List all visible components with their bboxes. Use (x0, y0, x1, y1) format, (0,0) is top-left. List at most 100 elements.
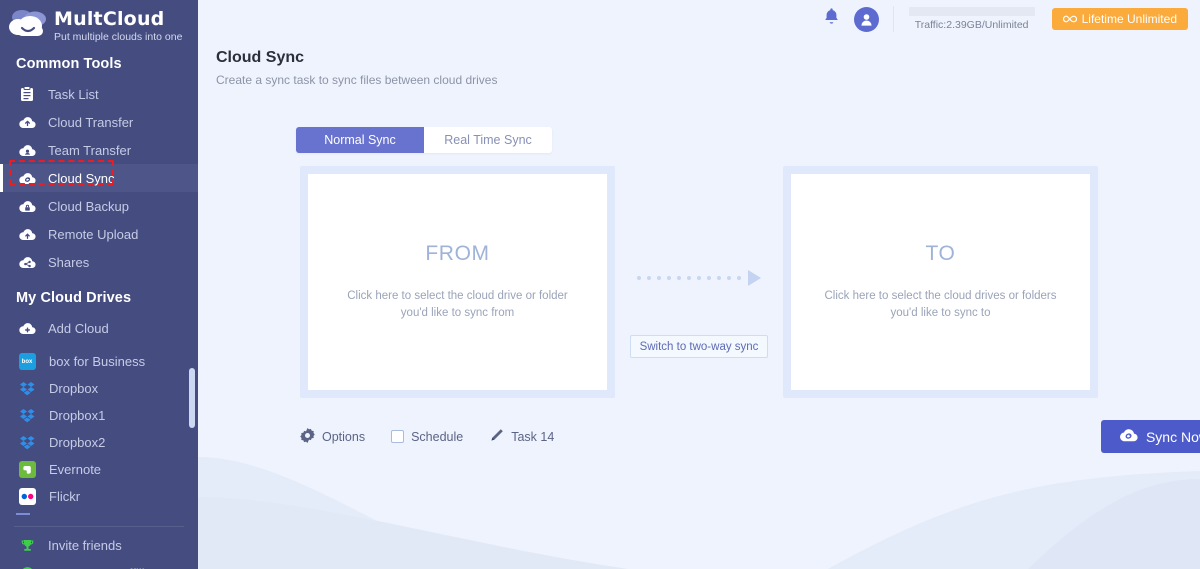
sync-now-label: Sync Now (1145, 428, 1200, 445)
sidebar-item-label: Cloud Sync (48, 170, 115, 186)
sidebar: MultCloud Put multiple clouds into one C… (0, 0, 198, 569)
sidebar-item-label: Remote Upload (48, 226, 139, 242)
gear-icon (300, 427, 315, 446)
account-info: Traffic:2.39GB/Unlimited (906, 7, 1038, 31)
add-cloud-icon (16, 318, 38, 338)
section-title-my-cloud-drives: My Cloud Drives (16, 290, 132, 306)
sidebar-item-team-transfer[interactable]: Team Transfer (0, 136, 198, 164)
tab-normal-sync[interactable]: Normal Sync (296, 127, 424, 153)
dropbox-icon (16, 433, 38, 453)
sync-direction-controls: Switch to two-way sync (615, 166, 783, 398)
sidebar-drive-evernote[interactable]: Evernote (0, 456, 198, 483)
options-label: Options (322, 429, 366, 444)
share-icon (16, 252, 38, 272)
dropbox-icon (16, 406, 38, 426)
sidebar-drive-dropbox2[interactable]: Dropbox2 (0, 429, 198, 456)
infinity-icon (1062, 12, 1077, 26)
sidebar-item-label: Shares (48, 254, 90, 270)
sync-bottom-toolbar: Options Schedule Task 14 Sync Now (300, 420, 1200, 453)
traffic-usage-label: Traffic:2.39GB/Unlimited (914, 19, 1029, 31)
remote-upload-icon (16, 224, 38, 244)
page-header: Cloud Sync Create a sync task to sync fi… (198, 38, 1200, 87)
sidebar-item-cloud-backup[interactable]: Cloud Backup (0, 192, 198, 220)
sidebar-drive-box-for-business[interactable]: box box for Business (0, 348, 198, 375)
main-content: Traffic:2.39GB/Unlimited Lifetime Unlimi… (198, 0, 1200, 569)
sidebar-item-label: Cloud Backup (48, 198, 129, 214)
team-transfer-icon (16, 140, 38, 160)
task-name-editor[interactable]: Task 14 (489, 428, 554, 446)
options-button[interactable]: Options (300, 427, 366, 446)
sidebar-drive-flickr[interactable]: Flickr (0, 483, 198, 510)
box-icon: box (16, 352, 38, 372)
notification-bell-icon[interactable] (823, 7, 840, 31)
sidebar-item-cloud-sync[interactable]: Cloud Sync (0, 164, 198, 192)
task-name-label: Task 14 (511, 429, 555, 444)
sidebar-item-label: Team Transfer (48, 142, 132, 158)
multi-cloud-logo-icon (6, 8, 52, 44)
sync-selection-area: FROM Click here to select the cloud driv… (300, 166, 1200, 398)
sidebar-drive-label: box for Business (49, 354, 146, 369)
sidebar-item-task-list[interactable]: Task List (0, 80, 198, 108)
sidebar-drive-label: Dropbox (49, 381, 99, 396)
to-panel-dropzone[interactable]: TO Click here to select the cloud drives… (791, 174, 1090, 390)
from-panel-heading: FROM (425, 242, 490, 265)
sidebar-item-shares[interactable]: Shares (0, 248, 198, 276)
sidebar-item-label: Task List (48, 86, 99, 102)
tab-real-time-sync[interactable]: Real Time Sync (424, 127, 552, 153)
schedule-toggle[interactable]: Schedule (391, 430, 463, 444)
sidebar-item-label: Invite friends (48, 537, 122, 553)
sidebar-scrollbar[interactable] (189, 368, 195, 428)
to-panel-heading: TO (925, 242, 956, 265)
sidebar-item-invite-friends[interactable]: Invite friends (0, 531, 198, 559)
sidebar-item-label: Add Cloud (48, 320, 109, 336)
decorative-waves (198, 457, 1200, 569)
sidebar-drive-label: Evernote (49, 462, 102, 477)
sidebar-drive-dropbox1[interactable]: Dropbox1 (0, 402, 198, 429)
partial-item-marker (16, 513, 30, 515)
sidebar-item-become-affiliate[interactable]: $ Become our affiliate (0, 559, 198, 569)
page-subtitle: Create a sync task to sync files between… (216, 73, 498, 87)
sidebar-drive-label: Dropbox2 (49, 435, 106, 450)
dollar-coin-icon: $ (16, 563, 38, 569)
switch-two-way-sync-button[interactable]: Switch to two-way sync (629, 335, 769, 358)
sidebar-item-cloud-transfer[interactable]: Cloud Transfer (0, 108, 198, 136)
cloud-transfer-icon (16, 112, 38, 132)
to-panel: TO Click here to select the cloud drives… (783, 166, 1098, 398)
sidebar-item-label: Become our affiliate (48, 566, 163, 569)
header-divider (892, 6, 894, 32)
from-panel: FROM Click here to select the cloud driv… (300, 166, 615, 398)
sidebar-divider (14, 526, 184, 527)
dropbox-icon (16, 379, 38, 399)
trophy-icon (16, 535, 38, 555)
evernote-icon (16, 460, 38, 480)
top-bar: Traffic:2.39GB/Unlimited Lifetime Unlimi… (198, 0, 1200, 38)
user-avatar-icon[interactable] (853, 6, 879, 32)
sync-now-button[interactable]: Sync Now (1100, 420, 1200, 453)
section-title-common-tools: Common Tools (16, 56, 122, 72)
brand-tagline: Put multiple clouds into one (54, 30, 183, 43)
dotted-arrow-right-icon (637, 270, 761, 286)
brand-name: MultCloud (54, 7, 165, 30)
flickr-icon (16, 487, 38, 507)
sync-mode-tabs: Normal Sync Real Time Sync (296, 127, 552, 153)
lifetime-unlimited-button[interactable]: Lifetime Unlimited (1051, 8, 1188, 30)
to-panel-hint: Click here to select the cloud drives or… (824, 290, 1057, 319)
sidebar-item-label: Cloud Transfer (48, 114, 134, 130)
from-panel-dropzone[interactable]: FROM Click here to select the cloud driv… (308, 174, 607, 390)
schedule-checkbox[interactable] (391, 430, 405, 443)
cloud-sync-icon (16, 168, 38, 188)
schedule-label: Schedule (411, 429, 464, 444)
cloud-sync-icon (1119, 428, 1138, 446)
from-panel-hint: Click here to select the cloud drive or … (347, 290, 568, 319)
pencil-icon (489, 428, 504, 446)
brand-logo[interactable]: MultCloud Put multiple clouds into one (0, 0, 198, 44)
lifetime-unlimited-label: Lifetime Unlimited (1081, 12, 1177, 26)
sidebar-partial-item (0, 510, 198, 520)
sidebar-drive-dropbox[interactable]: Dropbox (0, 375, 198, 402)
account-email-redacted (908, 7, 1035, 16)
cloud-backup-icon (16, 196, 38, 216)
page-title: Cloud Sync (216, 49, 305, 66)
sidebar-item-remote-upload[interactable]: Remote Upload (0, 220, 198, 248)
sidebar-item-add-cloud[interactable]: Add Cloud (0, 314, 198, 342)
sidebar-drive-label: Flickr (49, 489, 81, 504)
